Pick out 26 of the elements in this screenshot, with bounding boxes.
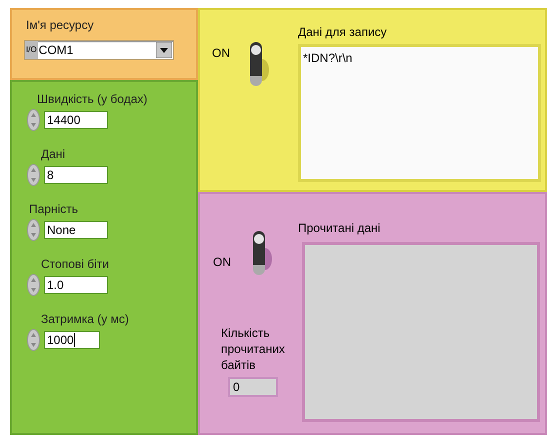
switch-label: ON	[213, 254, 231, 271]
setting-label: Парність	[29, 202, 80, 216]
dropdown-arrow-icon[interactable]	[156, 42, 172, 58]
io-prefix: I/O	[25, 41, 38, 59]
byte-count-indicator: 0	[228, 377, 278, 397]
increment-decrement-button[interactable]	[27, 164, 40, 186]
input-field[interactable]: 14400	[44, 111, 108, 129]
read-data-label: Прочитані дані	[298, 220, 382, 237]
increment-decrement-button[interactable]	[27, 274, 40, 296]
write-data-label: Дані для запису	[298, 24, 388, 41]
write-data-field[interactable]: *IDN?\r\n	[298, 44, 541, 182]
setting-label: Швидкість (у бодах)	[37, 92, 148, 106]
increment-decrement-button[interactable]	[27, 109, 40, 131]
input-field[interactable]: 1.0	[44, 276, 108, 294]
setting-label: Дані	[41, 147, 66, 161]
resource-label: Ім'я ресурсу	[26, 17, 95, 34]
input-field[interactable]: None	[44, 221, 108, 239]
dropdown-value: COM1	[38, 42, 74, 59]
input-field[interactable]: 8	[44, 166, 108, 184]
setting-label: Стопові біти	[41, 257, 110, 271]
input-field[interactable]: 1000	[44, 331, 100, 349]
byte-count-label: Кількість прочитаних байтів	[221, 325, 286, 373]
switch-label: ON	[212, 45, 230, 62]
setting-label: Затримка (у мс)	[41, 312, 130, 326]
increment-decrement-button[interactable]	[27, 219, 40, 241]
increment-decrement-button[interactable]	[27, 329, 40, 351]
